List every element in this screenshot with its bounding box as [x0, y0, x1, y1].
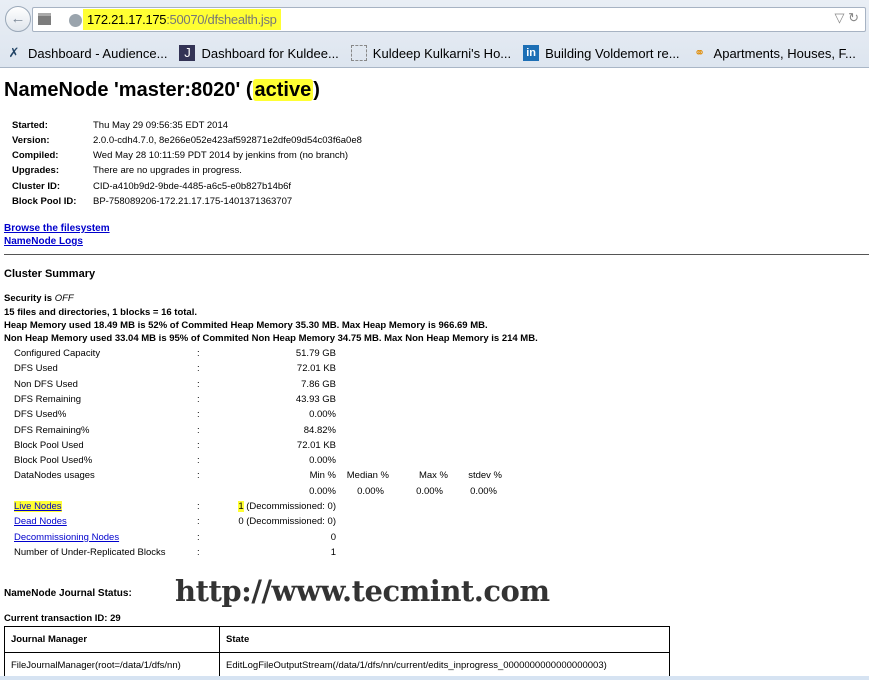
journal-table: Journal Manager State FileJournalManager(… — [4, 626, 670, 679]
summary-row: Decommissioning Nodes: 0 — [14, 532, 514, 546]
usage-header: Min % — [309, 470, 336, 482]
key-icon: ⚭ — [694, 45, 705, 60]
table-row: FileJournalManager(root=/data/1/dfs/nn) E… — [4, 652, 670, 679]
colon: : — [197, 393, 200, 405]
usage-header: Median % — [346, 470, 389, 482]
status-bar — [0, 676, 869, 680]
colon: : — [197, 378, 200, 390]
stat-value: 51.79 GB — [295, 348, 336, 359]
heap-summary: Heap Memory used 18.49 MB is 52% of Comm… — [4, 320, 488, 331]
summary-row: Configured Capacity: 51.79 GB — [14, 348, 514, 362]
bookmark[interactable]: Kuldeep Kulkarni's Ho... — [350, 45, 511, 61]
tab-groups-icon[interactable] — [38, 13, 51, 25]
jenkins-icon: J — [179, 45, 196, 61]
stat-value: 7.86 GB — [301, 378, 336, 390]
summary-row: Live Nodes: 1 (Decommissioned: 0) — [14, 501, 514, 515]
colon: : — [197, 531, 200, 543]
transaction-id: Current transaction ID: 29 — [4, 613, 121, 624]
table-header-row: Journal Manager State — [4, 626, 670, 653]
stat-value: 72.01 KB — [296, 363, 336, 375]
stat-label: DFS Remaining% — [14, 424, 90, 436]
browser-toolbar: ← 172.21.17.175:50070/dfshealth.jsp ▽ ↻ … — [0, 0, 869, 68]
colon: : — [197, 363, 200, 375]
stat-label: Non DFS Used — [14, 378, 78, 390]
colon: : — [197, 470, 200, 482]
summary-row: DFS Remaining: 43.93 GB — [14, 394, 514, 408]
node-detail: 0 — [330, 531, 336, 543]
summary-row: DataNodes usages: Min % Median % Max % stdev… — [14, 470, 514, 484]
address-bar[interactable]: 172.21.17.175:50070/dfshealth.jsp ▽ ↻ — [32, 7, 866, 32]
usage-value: 0.00% — [470, 485, 497, 497]
node-count: 0 — [331, 532, 336, 543]
dead-nodes-link[interactable]: Dead Nodes — [14, 516, 67, 527]
reload-icon[interactable]: ↻ — [848, 10, 859, 25]
node-detail: (Decommissioned: 0) — [243, 516, 336, 528]
stat-label: Configured Capacity — [14, 348, 101, 359]
url-text[interactable]: 172.21.17.175:50070/dfshealth.jsp — [83, 9, 281, 30]
stat-value: 43.93 GB — [295, 393, 336, 405]
summary-row: Block Pool Used%: 0.00% — [14, 455, 514, 469]
summary-row: 0.00% 0.00% 0.00% 0.00% — [14, 486, 514, 500]
cluster-summary-heading: Cluster Summary — [4, 268, 96, 280]
bookmark[interactable]: in Building Voldemort re... — [523, 45, 680, 61]
usage-value: 0.00% — [416, 485, 443, 497]
stat-value: 0.00% — [309, 409, 336, 421]
scissors-icon: ✗ — [8, 45, 20, 60]
linkedin-icon: in — [523, 45, 540, 61]
colon: : — [197, 455, 200, 467]
node-count: 0 (Decommissioned: 0) — [238, 516, 336, 527]
state-badge: active — [252, 79, 314, 101]
namenode-logs-link[interactable]: NameNode Logs — [4, 236, 83, 247]
bookmark[interactable]: J Dashboard for Kuldee... — [179, 45, 339, 61]
bookmarks-bar: ✗ Dashboard - Audience... J Dashboard for … — [0, 40, 862, 66]
back-button[interactable]: ← — [5, 6, 31, 32]
stat-label: DFS Used — [14, 363, 58, 375]
security-status: Security is OFF — [4, 293, 74, 304]
colon: : — [197, 348, 200, 359]
colon: : — [197, 439, 200, 451]
colon: : — [197, 501, 200, 512]
usage-header: Max % — [418, 470, 448, 482]
stat-label: DFS Used% — [14, 409, 67, 421]
summary-row: DFS Used%: 0.00% — [14, 409, 514, 423]
stat-label: DFS Remaining — [14, 393, 82, 405]
colon: : — [197, 424, 200, 436]
summary-row: Block Pool Used: 72.01 KB — [14, 440, 514, 454]
watermark: http://www.tecmint.com — [175, 574, 550, 608]
stat-label: Block Pool Used — [14, 439, 84, 451]
node-count: 1 (Decommissioned: 0) — [238, 501, 336, 512]
divider — [4, 254, 869, 255]
usage-header: stdev % — [468, 470, 502, 482]
stat-value: 84.82% — [303, 424, 336, 436]
stat-value: 1 — [330, 546, 336, 558]
browse-filesystem-link[interactable]: Browse the filesystem — [4, 223, 110, 234]
dropdown-arrow-icon[interactable]: ▽ — [834, 10, 844, 25]
live-nodes-link[interactable]: Live Nodes — [14, 501, 62, 512]
summary-row: Non DFS Used: 7.86 GB — [14, 379, 514, 393]
nonheap-summary: Non Heap Memory used 33.04 MB is 95% of … — [4, 333, 538, 344]
summary-row: DFS Used: 72.01 KB — [14, 363, 514, 377]
stat-value: 72.01 KB — [296, 439, 336, 451]
colon: : — [197, 546, 200, 558]
globe-icon — [69, 14, 82, 27]
journal-status-heading: NameNode Journal Status: — [4, 588, 132, 599]
summary-row: Number of Under-Replicated Blocks: 1 — [14, 547, 514, 561]
blank-page-icon — [350, 45, 367, 61]
page-title: NameNode 'master:8020' (active) — [4, 79, 320, 101]
summary-row: DFS Remaining%: 84.82% — [14, 425, 514, 439]
summary-row: Dead Nodes: 0 (Decommissioned: 0) — [14, 516, 514, 530]
colon: : — [197, 409, 200, 421]
stat-label: DataNodes usages — [14, 470, 95, 482]
usage-value: 0.00% — [357, 485, 384, 497]
stat-value: 0.00% — [309, 455, 336, 467]
bookmark[interactable]: ✗ Dashboard - Audience... — [6, 45, 168, 61]
files-summary: 15 files and directories, 1 blocks = 16 … — [4, 307, 197, 318]
usage-value: 0.00% — [309, 485, 336, 497]
bookmark[interactable]: ⚭ Apartments, Houses, F... — [692, 45, 856, 61]
colon: : — [197, 516, 200, 528]
stat-label: Block Pool Used% — [14, 455, 93, 467]
decommissioning-nodes-link[interactable]: Decommissioning Nodes — [14, 532, 119, 543]
node-detail: (Decommissioned: 0) — [243, 501, 336, 512]
stat-label: Number of Under-Replicated Blocks — [14, 546, 166, 558]
